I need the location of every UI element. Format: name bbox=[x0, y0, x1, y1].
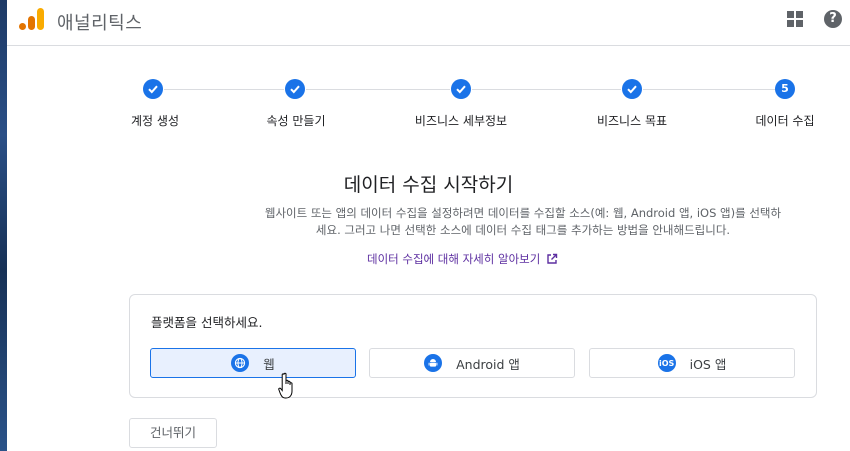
platform-android-label: Android 앱 bbox=[456, 356, 520, 372]
step-connector bbox=[164, 89, 284, 90]
step-5-number: 5 bbox=[775, 79, 795, 99]
apps-grid-icon[interactable] bbox=[787, 11, 803, 27]
help-icon[interactable]: ? bbox=[824, 10, 842, 28]
analytics-logo-icon[interactable] bbox=[18, 6, 46, 32]
step-4-check-icon bbox=[622, 79, 642, 99]
step-3-check-icon bbox=[451, 79, 471, 99]
platform-card: 플랫폼을 선택하세요. 웹 Android 앱 iOS iOS 앱 bbox=[129, 294, 817, 398]
learn-more-label: 데이터 수집에 대해 자세히 알아보기 bbox=[367, 252, 541, 266]
platform-web-label: 웹 bbox=[263, 356, 275, 372]
learn-more-link[interactable]: 데이터 수집에 대해 자세히 알아보기 bbox=[367, 251, 558, 267]
external-link-icon bbox=[547, 253, 558, 264]
android-icon bbox=[424, 354, 443, 372]
setup-stepper: 5 계정 생성 속성 만들기 비즈니스 세부정보 비즈니스 목표 데이터 수집 bbox=[7, 70, 850, 140]
globe-icon bbox=[231, 354, 250, 372]
ios-icon: iOS bbox=[657, 354, 676, 372]
skip-button[interactable]: 건너뛰기 bbox=[129, 418, 217, 448]
step-label-account: 계정 생성 bbox=[131, 114, 179, 128]
step-2-check-icon bbox=[285, 79, 305, 99]
step-connector bbox=[472, 89, 621, 90]
step-label-business-goals: 비즈니스 목표 bbox=[596, 114, 668, 128]
step-label-property: 속성 만들기 bbox=[266, 114, 326, 128]
platform-ios-label: iOS 앱 bbox=[689, 356, 727, 372]
hand-pointer-cursor-icon bbox=[278, 372, 293, 399]
step-label-business-details: 비즈니스 세부정보 bbox=[414, 114, 508, 128]
platform-web-button[interactable]: 웹 bbox=[150, 348, 356, 378]
page-title: 데이터 수집 시작하기 bbox=[343, 174, 514, 196]
step-label-data-collection: 데이터 수집 bbox=[755, 114, 815, 128]
app-header: 애널리틱스 ? bbox=[7, 0, 850, 46]
step-connector bbox=[643, 89, 783, 90]
platform-android-button[interactable]: Android 앱 bbox=[369, 348, 575, 378]
page-description: 웹사이트 또는 앱의 데이터 수집을 설정하려면 데이터를 수집할 소스(예: … bbox=[264, 206, 782, 237]
step-connector bbox=[306, 89, 450, 90]
step-1-check-icon bbox=[143, 79, 163, 99]
app-title: 애널리틱스 bbox=[57, 13, 143, 34]
platform-card-title: 플랫폼을 선택하세요. bbox=[151, 315, 263, 330]
platform-ios-button[interactable]: iOS iOS 앱 bbox=[589, 348, 795, 378]
background-edge bbox=[0, 0, 7, 451]
